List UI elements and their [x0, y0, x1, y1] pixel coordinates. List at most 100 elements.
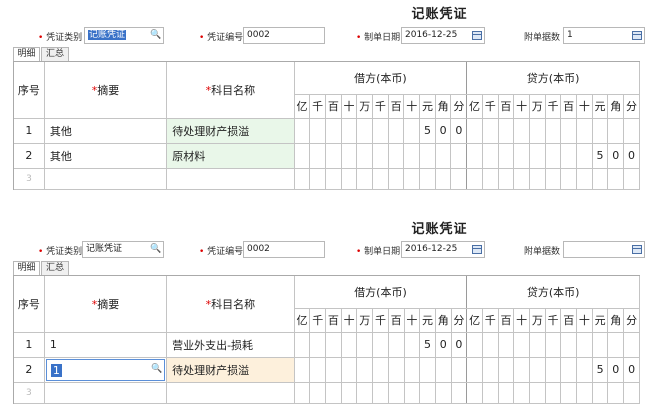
- search-icon[interactable]: 🔍: [150, 244, 161, 255]
- subject-cell[interactable]: [166, 382, 295, 404]
- calendar-icon[interactable]: [472, 31, 482, 40]
- table-row[interactable]: 3: [14, 382, 640, 404]
- credit-digit[interactable]: [498, 143, 515, 169]
- credit-digit[interactable]: 0: [607, 357, 625, 383]
- debit-digit[interactable]: [403, 118, 421, 144]
- search-icon[interactable]: 🔍: [151, 364, 162, 375]
- debit-digit[interactable]: [294, 143, 311, 169]
- credit-digit[interactable]: [545, 357, 562, 383]
- debit-digit[interactable]: [356, 143, 374, 169]
- debit-digit[interactable]: [419, 357, 436, 383]
- debit-digit[interactable]: [388, 118, 405, 144]
- table-row[interactable]: 1 其他 待处理财产损溢 500: [14, 118, 640, 144]
- subject-cell[interactable]: 营业外支出-损耗: [166, 332, 295, 358]
- calculator-icon[interactable]: [632, 245, 642, 254]
- debit-digit[interactable]: 5: [419, 332, 436, 358]
- credit-digit[interactable]: [529, 118, 546, 144]
- credit-digit[interactable]: [498, 332, 515, 358]
- debit-digit[interactable]: 0: [435, 118, 452, 144]
- credit-digit[interactable]: [560, 357, 578, 383]
- debit-digit[interactable]: [372, 143, 389, 169]
- credit-digit[interactable]: [607, 332, 625, 358]
- debit-digit[interactable]: [356, 332, 374, 358]
- debit-digit[interactable]: [435, 357, 452, 383]
- debit-digit[interactable]: [450, 143, 468, 169]
- debit-digit[interactable]: [341, 143, 358, 169]
- credit-digit[interactable]: 0: [623, 143, 640, 169]
- credit-digit[interactable]: [498, 357, 515, 383]
- summary-cell[interactable]: 1: [44, 332, 168, 358]
- subject-cell[interactable]: [166, 168, 295, 190]
- debit-digit[interactable]: [372, 332, 389, 358]
- debit-digit[interactable]: [309, 332, 327, 358]
- debit-digit[interactable]: [403, 143, 421, 169]
- credit-digit[interactable]: [529, 357, 546, 383]
- debit-digit[interactable]: [294, 332, 311, 358]
- debit-digit[interactable]: [294, 357, 311, 383]
- table-row[interactable]: 1 1 营业外支出-损耗 500: [14, 332, 640, 358]
- debit-digit[interactable]: [341, 118, 358, 144]
- credit-digit[interactable]: [482, 332, 499, 358]
- table-row[interactable]: 2 1 🔍 待处理财产损溢 500: [14, 357, 640, 383]
- debit-digit[interactable]: [309, 357, 327, 383]
- credit-digit[interactable]: [623, 118, 640, 144]
- attach-count-input[interactable]: [563, 241, 645, 258]
- table-row[interactable]: 2 其他 原材料 500: [14, 143, 640, 169]
- credit-digit[interactable]: [576, 332, 593, 358]
- credit-digit[interactable]: [482, 118, 499, 144]
- debit-digit[interactable]: [294, 118, 311, 144]
- debit-digit[interactable]: [451, 357, 468, 383]
- debit-digit[interactable]: [309, 143, 326, 169]
- debit-digit[interactable]: [388, 357, 405, 383]
- calendar-icon[interactable]: [472, 245, 482, 254]
- credit-digit[interactable]: 5: [592, 357, 609, 383]
- summary-cell[interactable]: 其他: [44, 118, 168, 144]
- credit-digit[interactable]: [482, 143, 499, 169]
- voucher-number-input[interactable]: 0002: [243, 27, 325, 44]
- summary-cell[interactable]: [44, 382, 168, 404]
- table-row[interactable]: 3: [14, 168, 640, 190]
- search-icon[interactable]: 🔍: [150, 30, 161, 41]
- debit-digit[interactable]: [388, 143, 405, 169]
- credit-digit[interactable]: [576, 118, 593, 144]
- credit-digit[interactable]: [592, 118, 609, 144]
- debit-digit[interactable]: [372, 118, 389, 144]
- debit-digit[interactable]: [325, 357, 342, 383]
- credit-digit[interactable]: [466, 332, 483, 358]
- subject-cell[interactable]: 待处理财产损溢: [166, 118, 295, 144]
- credit-digit[interactable]: [607, 118, 625, 144]
- subject-cell[interactable]: 待处理财产损溢: [166, 357, 295, 383]
- credit-digit[interactable]: [576, 357, 593, 383]
- credit-digit[interactable]: [545, 332, 562, 358]
- debit-digit[interactable]: 0: [450, 118, 468, 144]
- credit-digit[interactable]: [545, 143, 562, 169]
- credit-digit[interactable]: [576, 143, 593, 169]
- credit-digit[interactable]: 5: [592, 143, 609, 169]
- credit-digit[interactable]: [513, 332, 531, 358]
- debit-digit[interactable]: [419, 143, 436, 169]
- credit-digit[interactable]: [560, 332, 578, 358]
- debit-digit[interactable]: [356, 357, 374, 383]
- summary-cell-editing[interactable]: 1 🔍: [44, 357, 168, 383]
- debit-digit[interactable]: 0: [435, 332, 452, 358]
- credit-digit[interactable]: [498, 118, 515, 144]
- debit-digit[interactable]: [404, 332, 421, 358]
- credit-digit[interactable]: [466, 118, 483, 144]
- summary-input[interactable]: 1 🔍: [45, 358, 166, 381]
- credit-digit[interactable]: [560, 143, 577, 169]
- calculator-icon[interactable]: [632, 31, 642, 40]
- debit-digit[interactable]: [435, 143, 452, 169]
- credit-digit[interactable]: [592, 332, 609, 358]
- credit-digit[interactable]: [623, 332, 640, 358]
- tab-summary[interactable]: 汇总: [41, 261, 69, 275]
- credit-digit[interactable]: 0: [607, 143, 625, 169]
- tab-summary[interactable]: 汇总: [41, 47, 69, 61]
- voucher-type-input[interactable]: 记账凭证 🔍: [84, 27, 164, 44]
- credit-digit[interactable]: [529, 143, 546, 169]
- debit-digit[interactable]: 0: [451, 332, 468, 358]
- debit-digit[interactable]: [404, 357, 421, 383]
- attach-count-input[interactable]: 1: [563, 27, 645, 44]
- credit-digit[interactable]: [482, 357, 499, 383]
- debit-digit[interactable]: [388, 332, 405, 358]
- credit-digit[interactable]: [513, 357, 531, 383]
